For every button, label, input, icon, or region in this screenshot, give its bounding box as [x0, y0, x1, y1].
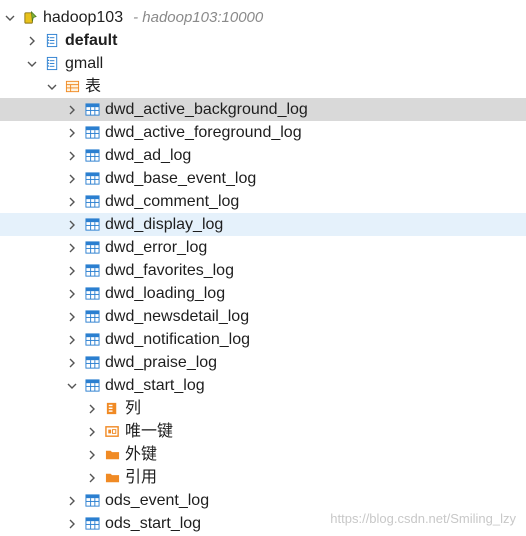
tree-item-table-subfolder[interactable]: 唯一键 — [0, 420, 526, 443]
table-name: ods_event_log — [105, 492, 210, 509]
chevron-right-icon[interactable] — [66, 127, 78, 139]
table-icon — [84, 240, 100, 256]
tree-item-table[interactable]: dwd_base_event_log — [0, 167, 526, 190]
table-name: dwd_ad_log — [105, 147, 192, 164]
chevron-right-icon[interactable] — [86, 426, 98, 438]
tree-item-table[interactable]: dwd_ad_log — [0, 144, 526, 167]
tree-item-table[interactable]: dwd_praise_log — [0, 351, 526, 374]
database-icon — [44, 33, 60, 49]
table-name: dwd_start_log — [105, 377, 205, 394]
watermark: https://blog.csdn.net/Smiling_lzy — [330, 511, 516, 526]
tree-item-table[interactable]: ods_event_log — [0, 489, 526, 512]
tree-item-table[interactable]: dwd_comment_log — [0, 190, 526, 213]
columns-icon — [104, 401, 120, 417]
database-name: gmall — [65, 55, 104, 72]
tree-item-table[interactable]: dwd_active_background_log — [0, 98, 526, 121]
table-name: dwd_error_log — [105, 239, 208, 256]
subfolder-label: 引用 — [125, 469, 158, 486]
table-name: ods_start_log — [105, 515, 202, 532]
chevron-right-icon[interactable] — [66, 334, 78, 346]
database-tree: hadoop103- hadoop103:10000 default gmall 表 d… — [0, 0, 526, 536]
table-icon — [84, 102, 100, 118]
database-icon — [44, 56, 60, 72]
chevron-down-icon[interactable] — [4, 12, 16, 24]
foreign-key-icon — [104, 447, 120, 463]
chevron-right-icon[interactable] — [66, 288, 78, 300]
tree-item-table[interactable]: dwd_active_foreground_log — [0, 121, 526, 144]
chevron-down-icon[interactable] — [46, 81, 58, 93]
chevron-right-icon[interactable] — [26, 35, 38, 47]
tree-item-table[interactable]: dwd_display_log — [0, 213, 526, 236]
table-icon — [84, 125, 100, 141]
subfolder-label: 外键 — [125, 446, 158, 463]
table-name: dwd_active_foreground_log — [105, 124, 302, 141]
tree-item-connection[interactable]: hadoop103 - hadoop103:10000 — [0, 6, 526, 29]
chevron-right-icon[interactable] — [66, 518, 78, 530]
table-icon — [84, 355, 100, 371]
tree-item-table[interactable]: dwd_start_log — [0, 374, 526, 397]
chevron-right-icon[interactable] — [66, 495, 78, 507]
references-icon — [104, 470, 120, 486]
folder-label: 表 — [85, 78, 102, 95]
tables-folder-icon — [64, 79, 80, 95]
table-icon — [84, 309, 100, 325]
unique-key-icon — [104, 424, 120, 440]
table-name: dwd_loading_log — [105, 285, 226, 302]
table-icon — [84, 286, 100, 302]
chevron-down-icon[interactable] — [26, 58, 38, 70]
subfolder-label: 列 — [125, 400, 142, 417]
table-name: dwd_comment_log — [105, 193, 240, 210]
table-icon — [84, 378, 100, 394]
table-name: dwd_newsdetail_log — [105, 308, 250, 325]
tree-item-table-subfolder[interactable]: 列 — [0, 397, 526, 420]
chevron-right-icon[interactable] — [66, 196, 78, 208]
table-icon — [84, 263, 100, 279]
chevron-right-icon[interactable] — [86, 472, 98, 484]
chevron-right-icon[interactable] — [66, 265, 78, 277]
connection-address: - hadoop103:10000 — [133, 9, 264, 26]
chevron-right-icon[interactable] — [66, 173, 78, 185]
tree-item-database-gmall[interactable]: gmall — [0, 52, 526, 75]
connection-icon — [22, 10, 38, 26]
table-name: dwd_praise_log — [105, 354, 218, 371]
table-icon — [84, 171, 100, 187]
tree-item-table[interactable]: dwd_favorites_log — [0, 259, 526, 282]
table-icon — [84, 217, 100, 233]
subfolder-label: 唯一键 — [125, 423, 174, 440]
chevron-down-icon[interactable] — [66, 380, 78, 392]
tree-item-table[interactable]: dwd_newsdetail_log — [0, 305, 526, 328]
table-icon — [84, 194, 100, 210]
table-name: dwd_notification_log — [105, 331, 250, 348]
tree-item-table-subfolder[interactable]: 外键 — [0, 443, 526, 466]
tree-item-database-default[interactable]: default — [0, 29, 526, 52]
tree-item-table[interactable]: dwd_loading_log — [0, 282, 526, 305]
chevron-right-icon[interactable] — [66, 242, 78, 254]
tree-item-table[interactable]: dwd_notification_log — [0, 328, 526, 351]
table-name: dwd_base_event_log — [105, 170, 257, 187]
tree-item-table-subfolder[interactable]: 引用 — [0, 466, 526, 489]
tree-item-tables-folder[interactable]: 表 — [0, 75, 526, 98]
table-icon — [84, 493, 100, 509]
chevron-right-icon[interactable] — [66, 104, 78, 116]
table-name: dwd_favorites_log — [105, 262, 234, 279]
database-name: default — [65, 32, 118, 49]
chevron-right-icon[interactable] — [66, 357, 78, 369]
chevron-right-icon[interactable] — [66, 150, 78, 162]
table-icon — [84, 148, 100, 164]
chevron-right-icon[interactable] — [66, 311, 78, 323]
table-icon — [84, 516, 100, 532]
tree-item-table[interactable]: dwd_error_log — [0, 236, 526, 259]
table-name: dwd_display_log — [105, 216, 224, 233]
connection-name: hadoop103 — [43, 9, 124, 26]
chevron-right-icon[interactable] — [86, 449, 98, 461]
table-name: dwd_active_background_log — [105, 101, 308, 118]
table-icon — [84, 332, 100, 348]
chevron-right-icon[interactable] — [66, 219, 78, 231]
chevron-right-icon[interactable] — [86, 403, 98, 415]
